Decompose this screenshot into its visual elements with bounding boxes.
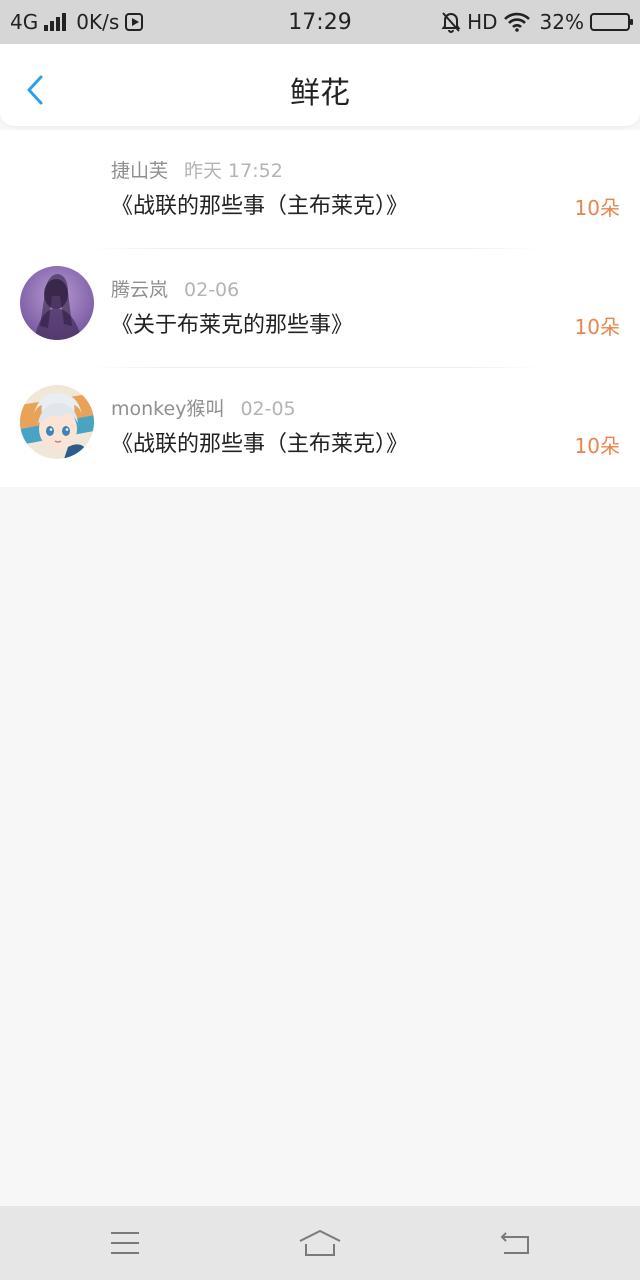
- item-date: 昨天 17:52: [184, 160, 283, 182]
- hd-label: HD: [467, 10, 498, 34]
- network-type: 4G: [10, 10, 39, 34]
- home-icon: [299, 1230, 341, 1256]
- signal-icon: [44, 13, 67, 31]
- user-name[interactable]: 腾云岚: [111, 279, 168, 301]
- status-left: 4G 0K/s: [10, 10, 144, 34]
- item-title[interactable]: 《战联的那些事（主布莱克）》: [111, 426, 408, 458]
- flower-list: 捷山芙昨天 17:52 《战联的那些事（主布莱克）》 10朵 腾云岚02-0: [0, 130, 640, 487]
- item-meta: 腾云岚 02-06: [111, 275, 239, 302]
- item-date: 02-06: [184, 279, 240, 301]
- home-button[interactable]: [296, 1226, 344, 1260]
- page-title: 鲜花: [290, 76, 350, 111]
- user-name[interactable]: monkey猴叫: [111, 398, 224, 420]
- status-right: HD 32%: [441, 10, 633, 34]
- item-title[interactable]: 《战联的那些事（主布莱克）》: [111, 188, 408, 220]
- list-item[interactable]: monkey猴叫 02-05 《战联的那些事（主布莱克）》 10朵: [0, 368, 640, 487]
- list-item[interactable]: 捷山芙 昨天 17:52 《战联的那些事（主布莱克）》 10朵: [0, 130, 640, 249]
- media-play-icon: [125, 13, 144, 31]
- flower-count: 10朵: [574, 434, 620, 458]
- item-meta: 捷山芙 昨天 17:52: [111, 156, 283, 183]
- item-meta: monkey猴叫 02-05: [111, 394, 296, 421]
- status-bar: 4G 0K/s 17:29 HD 32%: [0, 0, 640, 44]
- menu-button[interactable]: [105, 1226, 145, 1260]
- mute-bell-icon: [441, 12, 461, 33]
- back-icon: [500, 1232, 529, 1254]
- item-title[interactable]: 《关于布莱克的那些事》: [111, 307, 353, 339]
- flower-count: 10朵: [574, 315, 620, 339]
- item-date: 02-05: [240, 398, 296, 420]
- avatar[interactable]: [20, 266, 94, 340]
- back-nav-button[interactable]: [495, 1226, 535, 1260]
- network-speed: 0K/s: [76, 10, 120, 34]
- user-name[interactable]: 捷山芙: [111, 160, 168, 182]
- battery-percent: 32%: [539, 10, 584, 34]
- wifi-icon: [503, 12, 530, 32]
- list-item[interactable]: 腾云岚 02-06 《关于布莱克的那些事》 10朵: [0, 249, 640, 368]
- header: 鲜花: [0, 44, 640, 126]
- system-nav-bar: [0, 1206, 640, 1280]
- flower-count: 10朵: [574, 196, 620, 220]
- menu-icon: [111, 1232, 139, 1254]
- battery-icon: [590, 13, 633, 31]
- avatar[interactable]: [20, 385, 94, 459]
